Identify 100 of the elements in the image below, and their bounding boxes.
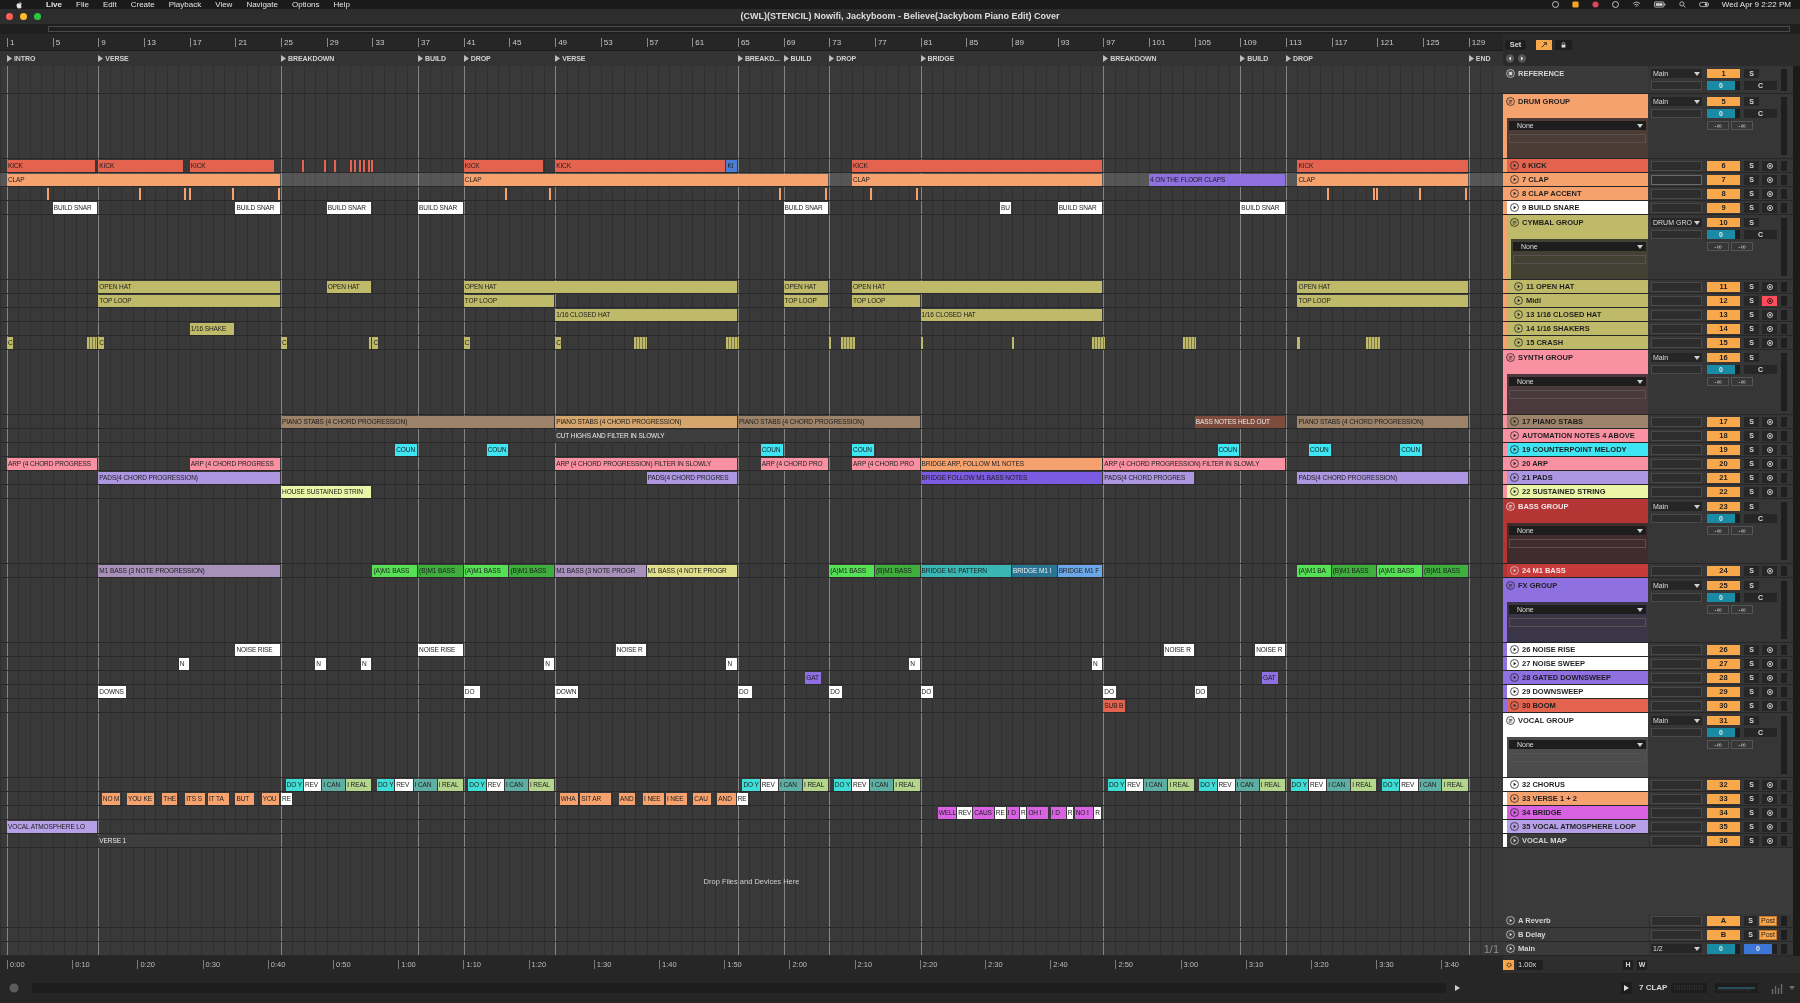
play-icon[interactable]: [1514, 338, 1523, 347]
record-arm-button[interactable]: [1762, 445, 1777, 455]
input-field[interactable]: [1651, 431, 1702, 441]
play-icon[interactable]: [1510, 701, 1519, 710]
play-button[interactable]: [1621, 982, 1632, 994]
device-field[interactable]: [1509, 618, 1646, 627]
clip[interactable]: [1011, 337, 1014, 349]
input-field[interactable]: [1651, 310, 1702, 320]
input-field[interactable]: [1651, 659, 1702, 669]
clip[interactable]: [46, 188, 49, 200]
play-icon[interactable]: [1510, 161, 1519, 170]
clip[interactable]: [1418, 188, 1421, 200]
input-field[interactable]: [1651, 930, 1702, 940]
input-field[interactable]: [1651, 836, 1702, 846]
play-icon[interactable]: [1510, 780, 1519, 789]
input-field[interactable]: [1651, 161, 1702, 171]
clip[interactable]: [916, 188, 919, 200]
follow-button[interactable]: [1536, 40, 1552, 50]
square-circle-icon[interactable]: [1506, 69, 1515, 78]
play-icon[interactable]: [1510, 459, 1519, 468]
record-arm-button[interactable]: [1762, 459, 1777, 469]
clip[interactable]: [369, 337, 372, 349]
device-field[interactable]: [1513, 255, 1646, 264]
input-field[interactable]: [1651, 296, 1702, 306]
play-icon[interactable]: [1514, 282, 1523, 291]
input-field[interactable]: [1651, 338, 1702, 348]
play-icon[interactable]: [1510, 673, 1519, 682]
circle-icon[interactable]: [1611, 1, 1619, 8]
input-field[interactable]: [1651, 365, 1702, 374]
right-arrow-icon[interactable]: [1517, 54, 1527, 63]
input-field[interactable]: [1651, 808, 1702, 818]
left-arrow-icon[interactable]: [1505, 54, 1515, 63]
input-field[interactable]: [1651, 514, 1702, 523]
input-field[interactable]: [1651, 282, 1702, 292]
play-icon[interactable]: [1514, 310, 1523, 319]
input-field[interactable]: [1651, 487, 1702, 497]
menu-bar-clock[interactable]: Wed Apr 9 2:22 PM: [1721, 0, 1791, 9]
clip[interactable]: [324, 160, 327, 172]
menu-item[interactable]: File: [76, 0, 89, 9]
menu-item[interactable]: Options: [291, 0, 320, 9]
clip[interactable]: [354, 160, 357, 172]
record-arm-button[interactable]: [1762, 203, 1777, 213]
clip[interactable]: [824, 188, 827, 200]
play-icon[interactable]: [1510, 794, 1519, 803]
input-field[interactable]: [1651, 473, 1702, 483]
bar-ruler[interactable]: 1 5 9 13 17 21 25 29 33 37 41 45 49 53 57 61 65 69 73 77 81 85 89 93 97 101 105 109 113 117 121 125 129: [0, 34, 1503, 51]
device-field[interactable]: [1509, 134, 1646, 143]
record-arm-button[interactable]: [1762, 566, 1777, 576]
record-arm-button[interactable]: [1762, 189, 1777, 199]
clip[interactable]: [870, 188, 873, 200]
play-icon[interactable]: [1510, 645, 1519, 654]
clip[interactable]: [231, 188, 234, 200]
menu-item[interactable]: Help: [333, 0, 350, 9]
record-arm-button[interactable]: [1762, 701, 1777, 711]
menu-item[interactable]: Live: [46, 0, 62, 9]
clip[interactable]: [504, 188, 507, 200]
record-arm-button[interactable]: [1762, 282, 1777, 292]
record-arm-button[interactable]: [1762, 808, 1777, 818]
input-field[interactable]: [1651, 324, 1702, 334]
close-button[interactable]: [6, 13, 13, 20]
lock-button[interactable]: [1555, 40, 1572, 50]
record-arm-button[interactable]: [1762, 296, 1777, 306]
clip[interactable]: [301, 160, 304, 172]
input-field[interactable]: [1651, 780, 1702, 790]
input-field[interactable]: [1651, 203, 1702, 213]
menu-item[interactable]: Navigate: [246, 0, 278, 9]
record-arm-button[interactable]: [1762, 161, 1777, 171]
square-icon[interactable]: [1571, 1, 1579, 8]
play-icon[interactable]: [1510, 687, 1519, 696]
triangle-icon[interactable]: [1455, 985, 1460, 991]
clip[interactable]: [1183, 337, 1196, 349]
circle-icon[interactable]: [1551, 1, 1559, 8]
clip[interactable]: [333, 160, 336, 172]
minimize-button[interactable]: [20, 13, 27, 20]
zoom-button[interactable]: [34, 13, 41, 20]
record-arm-button[interactable]: [1762, 473, 1777, 483]
clip[interactable]: [86, 337, 98, 349]
apple-icon[interactable]: [16, 0, 23, 9]
play-icon[interactable]: [1510, 808, 1519, 817]
input-field[interactable]: [1651, 673, 1702, 683]
input-field[interactable]: [1651, 916, 1702, 926]
clip[interactable]: [1465, 188, 1468, 200]
play-icon[interactable]: [1510, 417, 1519, 426]
clip[interactable]: [349, 160, 352, 172]
input-field[interactable]: [1651, 175, 1702, 185]
clip[interactable]: [1327, 188, 1330, 200]
dot-icon[interactable]: [1591, 1, 1599, 8]
clip[interactable]: [829, 337, 832, 349]
input-field[interactable]: [1651, 459, 1702, 469]
caret-icon[interactable]: [1789, 986, 1796, 990]
clip[interactable]: [1297, 337, 1300, 349]
play-icon[interactable]: [1510, 473, 1519, 482]
lines-circle-icon[interactable]: [1506, 716, 1515, 725]
clip[interactable]: [726, 337, 740, 349]
record-arm-button[interactable]: [1762, 175, 1777, 185]
battery-icon[interactable]: [1653, 1, 1666, 8]
input-field[interactable]: [1651, 566, 1702, 576]
record-arm-button[interactable]: [1762, 338, 1777, 348]
record-arm-button[interactable]: [1762, 836, 1777, 846]
menu-item[interactable]: View: [215, 0, 233, 9]
